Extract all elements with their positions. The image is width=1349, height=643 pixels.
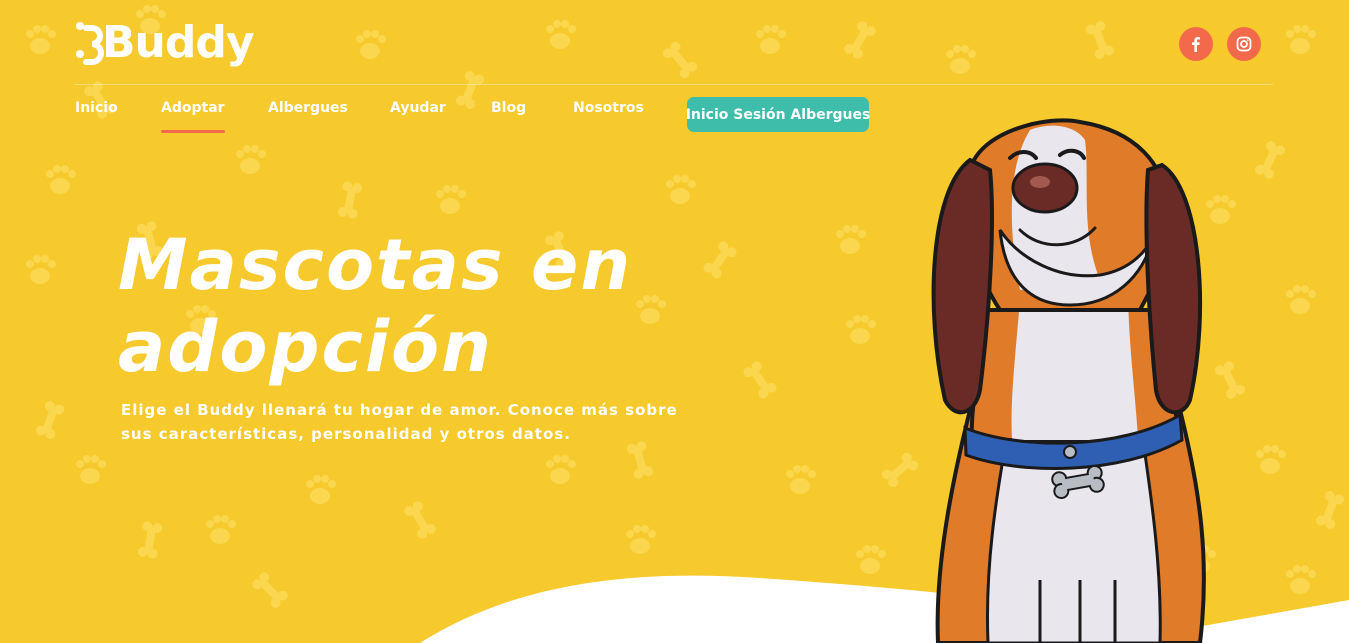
- logo-mark-icon: [76, 22, 104, 65]
- nav-item-blog[interactable]: Blog: [491, 100, 526, 116]
- nav-item-nosotros[interactable]: Nosotros: [573, 100, 644, 116]
- instagram-button[interactable]: [1227, 27, 1261, 61]
- hero-subtitle: Elige el Buddy llenará tu hogar de amor.…: [121, 401, 678, 443]
- logo[interactable]: Buddy: [74, 12, 255, 74]
- nav-item-adoptar[interactable]: Adoptar: [161, 100, 225, 133]
- hero-title: Mascotas en adopción: [118, 224, 738, 388]
- nav-item-inicio[interactable]: Inicio: [75, 100, 118, 116]
- nav-item-albergues[interactable]: Albergues: [268, 100, 348, 116]
- facebook-button[interactable]: [1179, 27, 1213, 61]
- dog-illustration: [931, 118, 1206, 643]
- hero-title-line-1: Mascotas en: [118, 224, 633, 306]
- shelter-login-button[interactable]: Inicio Sesión Albergues: [686, 97, 870, 132]
- header-divider: [74, 84, 1273, 85]
- logo-text: Buddy: [102, 17, 255, 68]
- page: Buddy Inicio Adoptar Albergues Ayudar Bl…: [0, 0, 1349, 643]
- instagram-icon: [1236, 36, 1252, 52]
- hero-title-line-2: adopción: [118, 306, 493, 388]
- nav-item-ayudar[interactable]: Ayudar: [390, 100, 446, 116]
- facebook-icon: [1192, 37, 1200, 52]
